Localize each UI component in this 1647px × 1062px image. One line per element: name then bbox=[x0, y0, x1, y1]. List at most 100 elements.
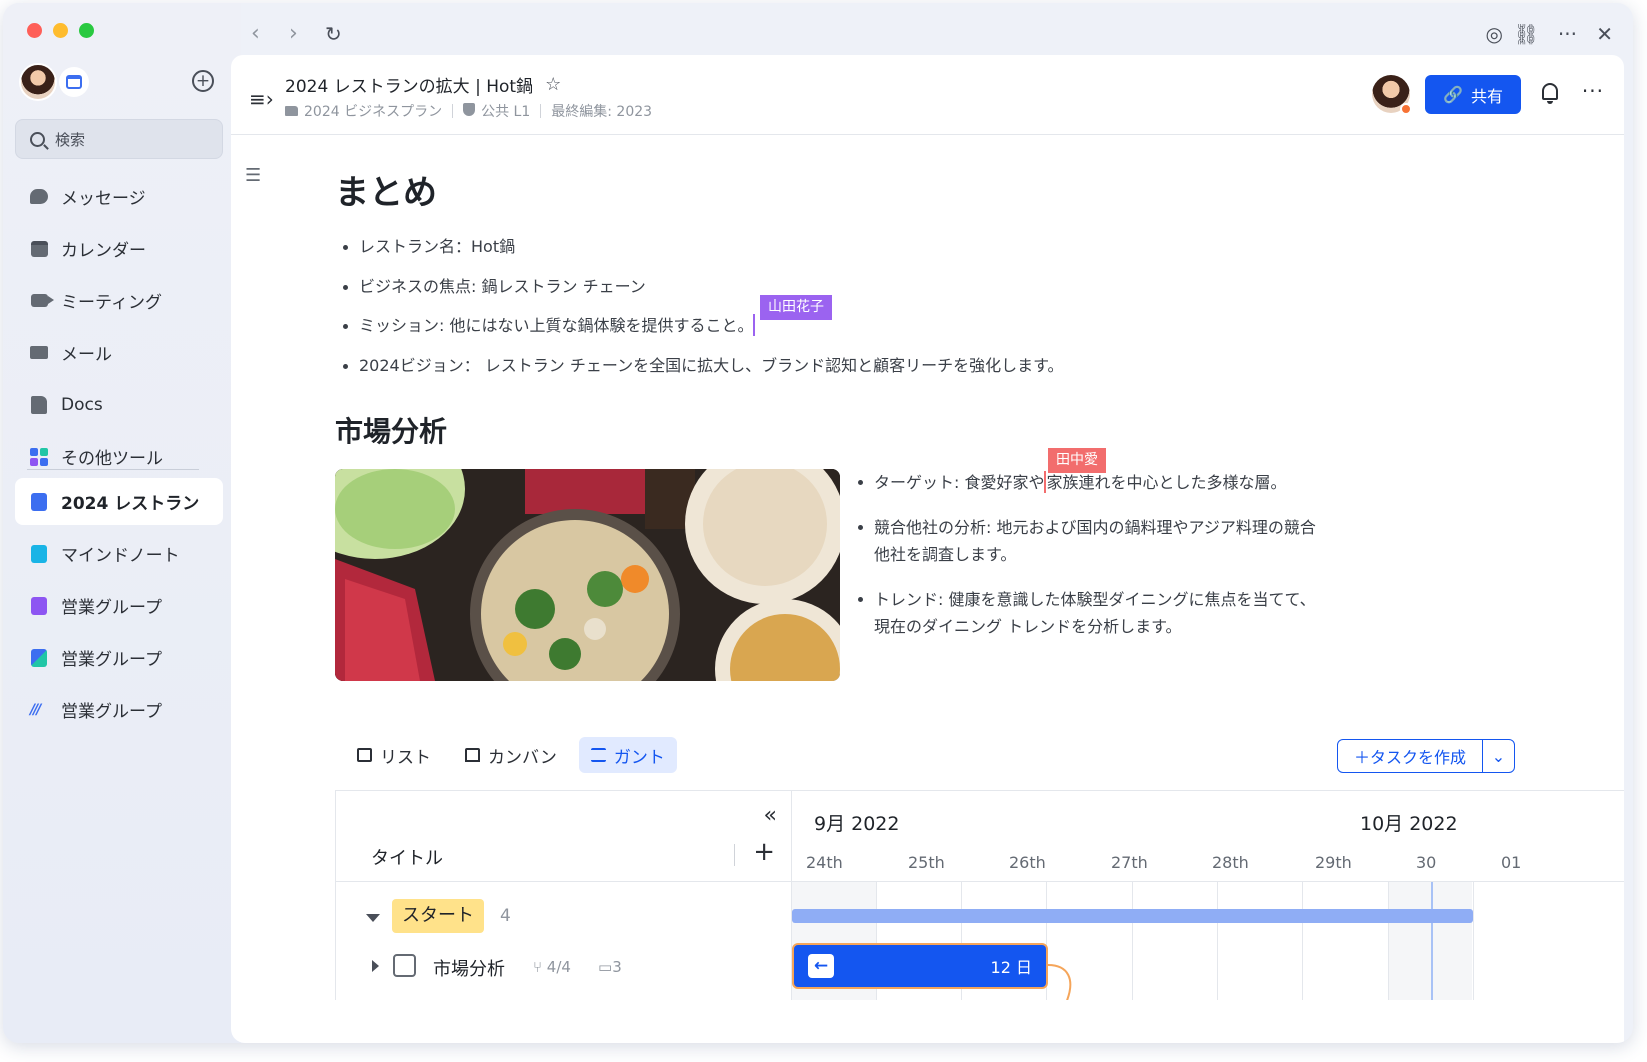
day-label: 26th bbox=[1009, 853, 1046, 872]
sidebar-item-mail[interactable]: メール bbox=[15, 329, 223, 376]
sidebar-item-label: ミーティング bbox=[61, 293, 162, 313]
add-column-icon[interactable]: + bbox=[753, 837, 775, 867]
column-divider bbox=[734, 844, 735, 866]
group-bar[interactable] bbox=[792, 909, 1473, 923]
tab-label: リスト bbox=[380, 747, 431, 768]
sidebar-item-meetings[interactable]: ミーティング bbox=[15, 277, 223, 324]
sidebar-item-messages[interactable]: メッセージ bbox=[15, 173, 223, 220]
wiki-icon: /// bbox=[30, 701, 41, 718]
day-label: 25th bbox=[908, 853, 945, 872]
sidebar-item-tools[interactable]: その他ツール bbox=[15, 433, 223, 480]
tab-gantt[interactable]: ガント bbox=[578, 737, 677, 773]
grid-line bbox=[1132, 881, 1133, 1000]
bell-icon[interactable] bbox=[1542, 83, 1558, 104]
sidebar-item-label: マインドノート bbox=[61, 546, 180, 566]
hotpot-image bbox=[335, 469, 840, 681]
group-tag[interactable]: スタート bbox=[392, 899, 484, 933]
doc-title-text[interactable]: 2024 レストランの拡大 | Hot鍋 bbox=[285, 72, 533, 97]
sidebar-item-sales-group-2[interactable]: 営業グループ bbox=[15, 634, 223, 681]
list-item-text: ミッション: 他にはない上質な鍋体験を提供すること。 bbox=[359, 316, 754, 335]
docs-icon bbox=[29, 395, 49, 415]
tab-label: ガント bbox=[613, 747, 665, 768]
subtask-icon: ⑂ bbox=[533, 958, 547, 976]
folder-icon bbox=[285, 106, 298, 116]
sidebar-item-label: Docs bbox=[61, 394, 103, 415]
meta-divider bbox=[540, 104, 542, 118]
comment-count: ▭3 bbox=[598, 958, 622, 976]
back-icon[interactable]: ‹ bbox=[251, 23, 260, 45]
collapse-icon[interactable]: « bbox=[764, 803, 777, 828]
sidebar-item-label: 営業グループ bbox=[61, 598, 162, 618]
create-task-button[interactable]: ＋タスクを作成 ⌄ bbox=[1337, 739, 1515, 773]
view-tabs: リスト カンバン ガント bbox=[345, 737, 677, 773]
sidebar-item-sales-group-1[interactable]: 営業グループ bbox=[15, 582, 223, 629]
sidebar-item-docs[interactable]: Docs bbox=[15, 381, 223, 428]
task-name[interactable]: 市場分析 bbox=[433, 955, 505, 981]
calendar-status-icon[interactable] bbox=[59, 67, 89, 97]
sidebar-item-2024-restaurant[interactable]: 2024 レストラン bbox=[15, 478, 223, 525]
outline-icon[interactable]: ☰ bbox=[245, 165, 261, 186]
refresh-icon[interactable]: ↻ bbox=[325, 23, 342, 45]
sidebar-item-mindnote[interactable]: マインドノート bbox=[15, 530, 223, 577]
chevron-down-icon[interactable]: ⌄ bbox=[1482, 740, 1514, 772]
collaborator-cursor bbox=[753, 314, 756, 336]
sidebar-item-calendar[interactable]: カレンダー bbox=[15, 225, 223, 272]
share-label: 共有 bbox=[1470, 86, 1503, 106]
arrow-left-icon[interactable]: ← bbox=[808, 954, 834, 978]
sidebar-item-label: カレンダー bbox=[61, 241, 146, 261]
document-card: ≡› 2024 レストランの拡大 | Hot鍋 ☆ 2024 ビジネスプラン 公… bbox=[231, 55, 1624, 1043]
doc-title: 2024 レストランの拡大 | Hot鍋 ☆ bbox=[285, 72, 561, 97]
gantt-chart: « タイトル + スタート 4 市場分析 ⑂ 4/4 ▭3 9月 2022 10… bbox=[335, 790, 1624, 1000]
search-input[interactable]: 検索 bbox=[15, 119, 223, 159]
video-icon bbox=[29, 291, 54, 311]
today-marker bbox=[1431, 882, 1433, 1000]
breadcrumb-folder[interactable]: 2024 ビジネスプラン bbox=[285, 101, 442, 121]
more-icon[interactable]: ··· bbox=[1558, 23, 1577, 45]
maximize-window-button[interactable] bbox=[79, 23, 94, 38]
close-window-button[interactable] bbox=[27, 23, 42, 38]
more-icon[interactable]: ··· bbox=[1582, 79, 1604, 103]
mindnote-icon bbox=[29, 544, 49, 564]
heading-summary: まとめ bbox=[335, 173, 437, 213]
expand-group-icon[interactable] bbox=[366, 914, 380, 922]
create-task-label: ＋タスクを作成 bbox=[1353, 748, 1467, 767]
minimize-window-button[interactable] bbox=[53, 23, 68, 38]
tab-list[interactable]: リスト bbox=[345, 737, 443, 773]
link-icon: 🔗 bbox=[1443, 85, 1463, 104]
tab-kanban[interactable]: カンバン bbox=[453, 737, 569, 773]
heading-market-analysis: 市場分析 bbox=[335, 415, 448, 448]
grid-line bbox=[1302, 881, 1303, 1000]
sidebar-item-sales-group-3[interactable]: /// 営業グループ bbox=[15, 686, 223, 733]
tab-label: カンバン bbox=[488, 747, 557, 768]
search-placeholder: 検索 bbox=[55, 130, 86, 149]
month-label: 9月 2022 bbox=[814, 813, 900, 835]
doc-icon bbox=[29, 492, 49, 512]
base-icon bbox=[29, 648, 49, 668]
collaborator-avatar[interactable] bbox=[1372, 75, 1412, 115]
compass-icon[interactable]: ◎ bbox=[1486, 23, 1503, 45]
visibility-badge[interactable]: 公共 L1 bbox=[463, 101, 530, 121]
task-checkbox[interactable] bbox=[393, 954, 416, 977]
list-item: ターゲット: 食愛好家や 家族連れを中心とした多様な層。 bbox=[858, 469, 1328, 496]
visibility-label: 公共 L1 bbox=[481, 104, 531, 120]
title-column-header: タイトル bbox=[371, 848, 443, 869]
close-icon[interactable]: ✕ bbox=[1596, 23, 1613, 45]
link-icon[interactable]: ⛓ bbox=[1514, 23, 1539, 45]
folder-label: 2024 ビジネスプラン bbox=[304, 104, 443, 120]
collaborator-name-tag: 山田花子 bbox=[760, 295, 832, 320]
toggle-sidebar-icon[interactable]: ≡› bbox=[249, 87, 274, 111]
expand-task-icon[interactable] bbox=[372, 960, 379, 972]
sidebar-item-label: メール bbox=[61, 345, 112, 365]
last-edited: 最終編集: 2023 bbox=[551, 104, 653, 120]
list-item: トレンド: 健康を意識した体験型ダイニングに焦点を当てて、現在のダイニング トレ… bbox=[858, 586, 1328, 640]
user-avatar[interactable] bbox=[19, 63, 57, 101]
add-icon[interactable]: + bbox=[192, 70, 214, 92]
star-icon[interactable]: ☆ bbox=[545, 74, 561, 95]
sidebar-item-label: 2024 レストラン bbox=[61, 494, 200, 514]
forward-icon[interactable]: › bbox=[289, 23, 298, 45]
task-bar[interactable]: ← 12 日 bbox=[792, 943, 1048, 989]
share-button[interactable]: 🔗 共有 bbox=[1425, 75, 1521, 114]
grid-line bbox=[1217, 881, 1218, 1000]
weekend-shade bbox=[1388, 882, 1472, 1000]
collaborator-name-tag: 田中愛 bbox=[1048, 448, 1106, 473]
